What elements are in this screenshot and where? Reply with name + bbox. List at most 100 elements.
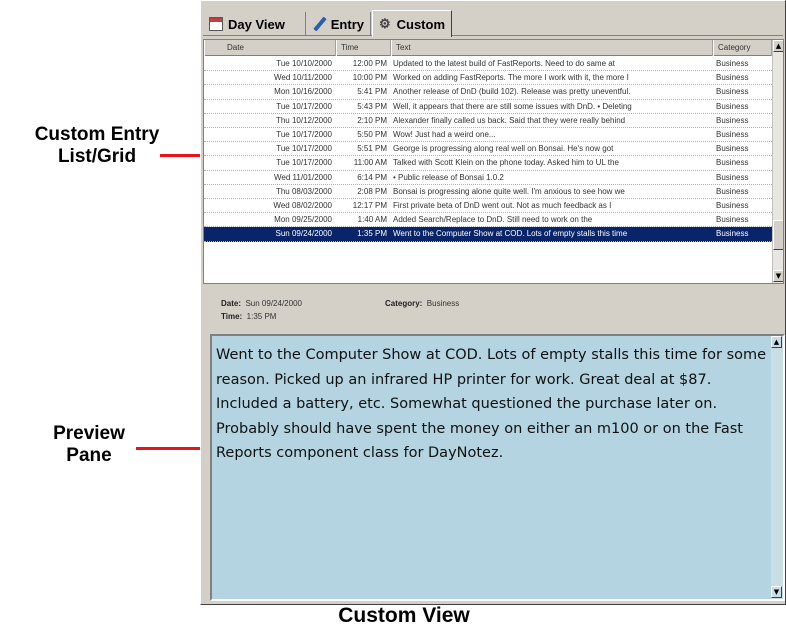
cell-category: Business [716,158,749,168]
tab-custom-label: Custom [396,16,445,32]
cell-date: Tue 10/10/2000 [276,59,332,68]
cell-date: Wed 10/11/2000 [274,73,332,83]
cell-date: Wed 08/02/2000 [273,201,332,210]
tab-entry-label: Entry [330,16,364,32]
cell-date: Sun 09/24/2000 [275,229,333,239]
cell-category: Business [716,201,749,210]
table-row[interactable]: Wed 10/11/2000 10:00 PM Worked on adding F… [204,71,772,86]
cell-time: 1:35 PM [357,229,387,239]
callout-grid-label: Custom Entry List/Grid [2,124,192,168]
cell-category: Business [716,87,749,97]
cell-text: Well, it appears that there are still so… [393,101,632,111]
table-row[interactable]: Sun 09/24/2000 1:35 PM Went to the Compute… [204,227,772,242]
cell-date: Mon 09/25/2000 [274,215,332,225]
cell-category: Business [716,172,749,182]
cell-text: Talked with Scott Klein on the phone tod… [393,158,619,168]
detail-time-label: Time: [221,312,243,321]
header-time-label: Time [341,43,359,52]
grid-header: Date Time Text Category [204,40,772,56]
table-row[interactable]: Tue 10/17/2000 5:50 PM Wow! Just had a wei… [204,128,772,143]
cell-date: Mon 10/16/2000 [274,87,332,97]
table-row[interactable]: Mon 10/16/2000 5:41 PM Another release of … [204,85,772,100]
table-row[interactable]: Wed 08/02/2000 12:17 PM First private beta… [204,199,772,214]
column-header-time[interactable]: Time [336,40,391,56]
callout-preview-line1: Preview [53,423,125,444]
preview-scrollbar[interactable]: ▲ ▼ [771,336,783,599]
table-row[interactable]: Thu 10/12/2000 2:10 PM Alexander finally c… [204,114,772,128]
cell-time: 12:00 PM [352,59,387,68]
table-row[interactable]: Tue 10/17/2000 5:51 PM George is progressi… [204,142,772,157]
callout-grid-line1: Custom Entry [34,124,160,145]
cell-text: Another release of DnD (build 102). Rele… [393,87,631,97]
tab-day-view-label: Day View [228,16,285,32]
cell-category: Business [716,101,749,111]
cell-text: Wow! Just had a weird one... [393,130,496,139]
preview-scroll-up-button[interactable]: ▲ [771,336,782,348]
cell-category: Business [716,73,749,83]
cell-text: First private beta of DnD went out. Not … [393,201,612,210]
callout-grid-line2: List/Grid [57,146,137,167]
cell-time: 5:50 PM [357,130,387,139]
cell-category: Business [716,186,749,196]
cell-text: Updated to the latest build of FastRepor… [393,59,615,68]
app-window: Day View Entry ⚙ Custom Date Time Text C… [200,0,786,605]
table-row[interactable]: Thu 08/03/2000 2:08 PM Bonsai is progressi… [204,185,772,199]
detail-category: Category: Business [385,299,459,308]
cell-time: 5:43 PM [357,101,387,111]
preview-scroll-down-button[interactable]: ▼ [771,586,782,598]
gear-icon: ⚙ [379,16,391,31]
detail-date-value: Sun 09/24/2000 [245,299,302,308]
table-row[interactable]: Tue 10/10/2000 12:00 PM Updated to the lat… [204,57,772,72]
table-row[interactable]: Tue 10/17/2000 11:00 AM Talked with Scott … [204,156,772,171]
column-header-category[interactable]: Category [713,40,772,56]
cell-text: Went to the Computer Show at COD. Lots o… [393,229,628,239]
view-tabbar: Day View Entry ⚙ Custom [203,10,783,37]
cell-category: Business [716,229,749,239]
cell-text: • Public release of Bonsai 1.0.2 [393,172,504,182]
scroll-up-button[interactable]: ▲ [773,40,783,52]
scroll-down-button[interactable]: ▼ [773,270,783,282]
scroll-thumb[interactable] [773,220,783,250]
column-header-text[interactable]: Text [391,40,713,56]
cell-text: George is progressing along real well on… [393,144,614,154]
column-header-date[interactable]: Date [204,40,336,56]
tab-custom[interactable]: ⚙ Custom [372,10,452,37]
custom-entry-grid[interactable]: Date Time Text Category Tue 10/10/2000 12… [203,39,784,284]
detail-category-value: Business [426,299,460,308]
cell-category: Business [716,215,749,225]
cell-time: 6:14 PM [357,172,387,182]
figure-caption: Custom View [338,604,470,627]
table-row[interactable]: Wed 11/01/2000 6:14 PM • Public release of… [204,171,772,185]
cell-date: Wed 11/01/2000 [274,172,332,182]
cell-category: Business [716,130,749,139]
grid-scrollbar[interactable]: ▲ ▼ [772,40,783,283]
tab-entry[interactable]: Entry [307,12,371,36]
calendar-icon [209,17,223,31]
cell-time: 5:41 PM [357,87,387,97]
detail-time: Time: 1:35 PM [221,312,276,321]
cell-text: Alexander finally called us back. Said t… [393,115,626,125]
table-row[interactable]: Mon 09/25/2000 1:40 AM Added Search/Replac… [204,213,772,228]
detail-time-value: 1:35 PM [246,312,277,321]
cell-date: Tue 10/17/2000 [276,101,332,111]
entry-details: Date: Sun 09/24/2000 Category: Business … [203,293,784,329]
cell-date: Tue 10/17/2000 [276,158,332,168]
preview-text[interactable]: Went to the Computer Show at COD. Lots o… [216,343,768,466]
cell-date: Thu 10/12/2000 [275,115,332,125]
detail-date: Date: Sun 09/24/2000 [221,299,302,308]
tab-day-view[interactable]: Day View [203,12,306,36]
cell-time: 5:51 PM [357,144,387,154]
cell-time: 11:00 AM [353,158,387,168]
cell-date: Tue 10/17/2000 [276,144,332,154]
cell-text: Added Search/Replace to DnD. Still need … [393,215,593,225]
header-date-label: Date [227,43,244,52]
table-row[interactable]: Tue 10/17/2000 5:43 PM Well, it appears th… [204,100,772,114]
detail-category-label: Category: [385,299,423,308]
cell-time: 12:17 PM [352,201,387,210]
callout-preview-label: Preview Pane [24,423,154,467]
cell-category: Business [716,115,749,125]
cell-time: 1:40 AM [357,215,387,225]
cell-time: 10:00 PM [352,73,387,83]
header-category-label: Category [718,43,751,52]
preview-pane[interactable]: Went to the Computer Show at COD. Lots o… [210,334,785,601]
